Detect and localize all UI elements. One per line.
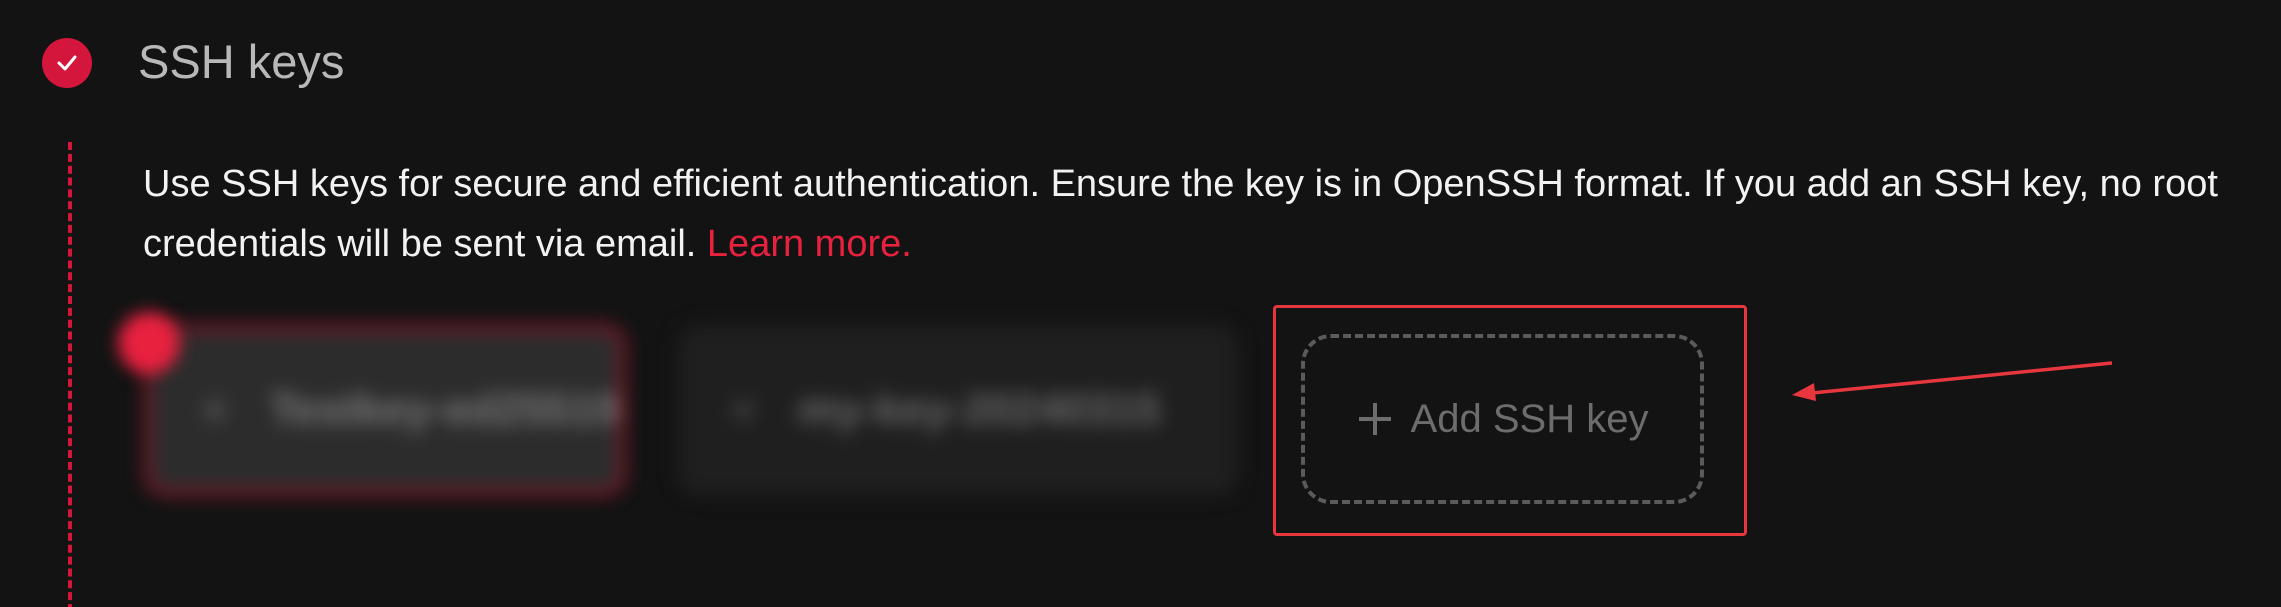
ssh-key-card-selected[interactable]: Testkey-ed25519 [145, 325, 625, 495]
step-title: SSH keys [138, 35, 345, 88]
ssh-key-label: Testkey-ed25519 [270, 385, 619, 434]
ssh-key-card[interactable]: my-key-20240315 [678, 325, 1238, 495]
annotation-arrow-icon [1792, 361, 2113, 401]
learn-more-link[interactable]: Learn more. [707, 223, 912, 265]
ssh-key-label: my-key-20240315 [798, 385, 1161, 434]
key-icon [198, 393, 232, 427]
ssh-keys-description: Use SSH keys for secure and efficient au… [143, 154, 2253, 274]
selected-indicator-icon [118, 312, 180, 374]
plus-icon [1357, 401, 1393, 437]
add-ssh-key-label: Add SSH key [1410, 396, 1649, 441]
step-complete-check-icon [42, 38, 92, 88]
ssh-keys-step: SSH keys Use SSH keys for secure and eff… [0, 0, 2281, 607]
add-ssh-key-button[interactable]: Add SSH key [1301, 334, 1704, 504]
description-text: Use SSH keys for secure and efficient au… [143, 163, 2218, 265]
key-icon [726, 393, 760, 427]
step-timeline-divider [68, 142, 72, 607]
